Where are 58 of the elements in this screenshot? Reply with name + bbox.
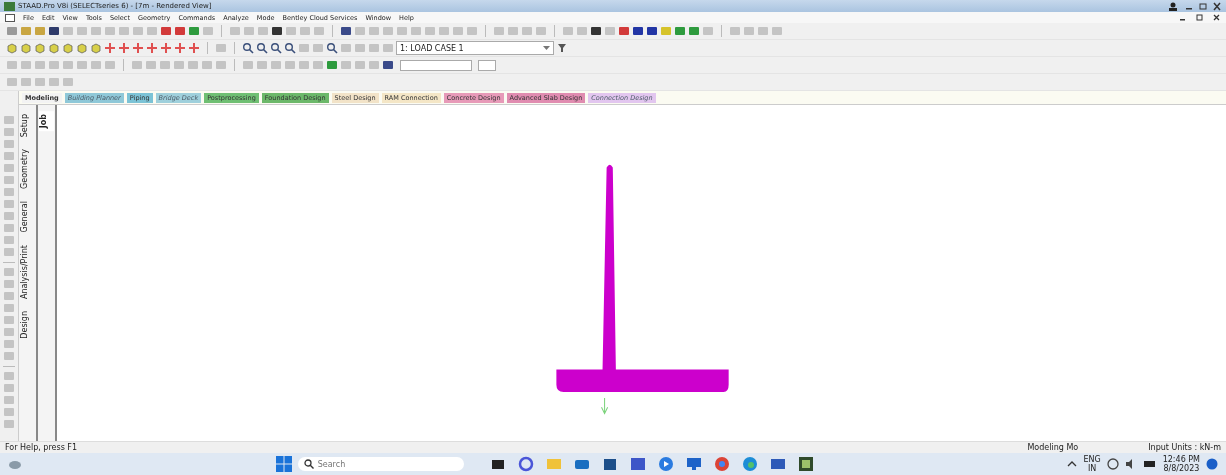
cross-icon[interactable] bbox=[188, 42, 200, 54]
start-icon[interactable] bbox=[275, 456, 292, 472]
zoom-icon[interactable] bbox=[284, 42, 296, 54]
cube-icon[interactable] bbox=[90, 42, 102, 54]
clock-date[interactable]: 8/8/2023 bbox=[1163, 464, 1200, 474]
side-tab[interactable]: Analysis/Print bbox=[20, 241, 35, 302]
side-tab[interactable]: Setup bbox=[20, 111, 35, 141]
tool-icon[interactable] bbox=[590, 25, 602, 37]
side-tab[interactable]: Design bbox=[20, 307, 35, 342]
app-icon[interactable] bbox=[769, 456, 786, 472]
filter-icon[interactable] bbox=[556, 42, 568, 54]
side-tab[interactable]: Geometry bbox=[20, 146, 35, 193]
user-icon[interactable] bbox=[1168, 1, 1180, 11]
cube-icon[interactable] bbox=[62, 42, 74, 54]
chevron-icon[interactable] bbox=[1067, 460, 1078, 468]
status-text: Modeling Mo bbox=[1027, 443, 1079, 452]
square-icon[interactable] bbox=[340, 25, 352, 37]
caret-icon bbox=[543, 45, 550, 51]
status-text: Input Units : kN-m bbox=[1148, 443, 1221, 452]
zoom-icon[interactable] bbox=[270, 42, 282, 54]
zoom-icon[interactable] bbox=[242, 42, 254, 54]
notification-icon[interactable] bbox=[1206, 458, 1218, 470]
region-text[interactable]: IN bbox=[1087, 464, 1097, 474]
spin-field[interactable] bbox=[478, 59, 496, 71]
cube-icon[interactable] bbox=[20, 42, 32, 54]
load-case-dropdown[interactable]: 1: LOAD CASE 1 bbox=[396, 41, 554, 55]
monitor-icon[interactable] bbox=[685, 456, 702, 472]
play-icon[interactable] bbox=[657, 456, 674, 472]
clock-time[interactable]: 12:46 PM bbox=[1162, 454, 1200, 464]
status-text: For Help, press F1 bbox=[5, 443, 78, 452]
cube-icon[interactable] bbox=[6, 42, 18, 54]
language-text[interactable]: ENG bbox=[1083, 454, 1101, 464]
app-icon[interactable] bbox=[629, 456, 646, 472]
close-button[interactable] bbox=[1212, 1, 1222, 11]
search-icon bbox=[303, 459, 314, 469]
app-icon[interactable] bbox=[797, 456, 814, 472]
cube-icon[interactable] bbox=[48, 42, 60, 54]
zoom-icon[interactable] bbox=[326, 42, 338, 54]
cross-icon[interactable] bbox=[104, 42, 116, 54]
axis-icon bbox=[601, 397, 609, 415]
cube-icon[interactable] bbox=[76, 42, 88, 54]
tool-icon[interactable] bbox=[271, 25, 283, 37]
cross-icon[interactable] bbox=[160, 42, 172, 54]
app-icon bbox=[4, 1, 15, 11]
cross-icon[interactable] bbox=[174, 42, 186, 54]
side-tab[interactable]: General bbox=[20, 198, 35, 236]
tool-icon[interactable] bbox=[646, 25, 658, 37]
search-field[interactable]: Search bbox=[297, 457, 464, 471]
zoom-icon[interactable] bbox=[256, 42, 268, 54]
close-button[interactable] bbox=[1212, 13, 1221, 22]
side-tab[interactable]: Job bbox=[39, 111, 54, 132]
cube-icon[interactable] bbox=[34, 42, 46, 54]
tool-icon[interactable] bbox=[632, 25, 644, 37]
cross-icon[interactable] bbox=[118, 42, 130, 54]
cross-icon[interactable] bbox=[132, 42, 144, 54]
tool-icon[interactable] bbox=[382, 59, 394, 71]
cross-icon[interactable] bbox=[146, 42, 158, 54]
input-field[interactable] bbox=[400, 59, 472, 71]
